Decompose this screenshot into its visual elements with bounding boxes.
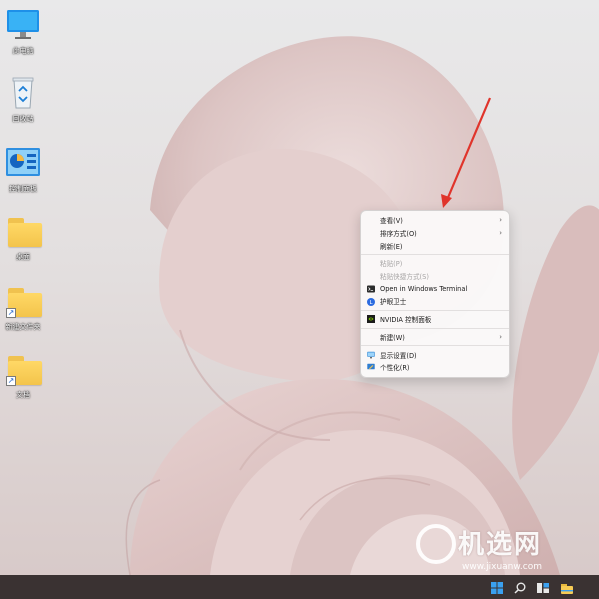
menu-item-label: 个性化(R)	[380, 364, 410, 373]
menu-item-label: 排序方式(O)	[380, 230, 417, 239]
task-view-icon[interactable]	[536, 580, 550, 594]
menu-item-open-terminal[interactable]: Open in Windows Terminal	[361, 282, 509, 295]
watermark-text: 机选网	[458, 530, 543, 560]
nvidia-icon	[367, 315, 375, 324]
chevron-right-icon: ›	[499, 216, 502, 224]
desktop-context-menu: 查看(V) › 排序方式(O) › 刷新(E) 粘贴(P) 粘贴快捷方式(S) …	[360, 210, 510, 378]
menu-item-personalize[interactable]: 个性化(R)	[361, 361, 509, 374]
menu-item-view[interactable]: 查看(V) ›	[361, 214, 509, 227]
menu-item-display-settings[interactable]: 显示设置(D)	[361, 348, 509, 361]
desktop-icon-label: 控制面板	[9, 185, 37, 193]
desktop-icon-documents[interactable]: ↗ 文档	[0, 352, 46, 400]
shortcut-arrow-icon: ↗	[6, 376, 16, 386]
monitor-icon	[4, 8, 42, 42]
windows-start-icon[interactable]	[490, 580, 504, 594]
menu-item-label: 粘贴快捷方式(S)	[380, 273, 429, 282]
menu-item-label: 刷新(E)	[380, 242, 403, 251]
menu-item-label: 查看(V)	[380, 217, 403, 226]
desktop-icon-this-pc[interactable]: 此电脑	[0, 8, 46, 56]
menu-item-label: 护眼卫士	[380, 298, 407, 307]
menu-separator	[361, 327, 509, 329]
watermark-url: www.jixuanw.com	[462, 562, 542, 572]
menu-separator	[361, 254, 509, 256]
menu-item-label: 显示设置(D)	[380, 351, 417, 360]
menu-separator	[361, 345, 509, 347]
menu-item-label: 新建(W)	[380, 333, 405, 342]
menu-item-new[interactable]: 新建(W) ›	[361, 331, 509, 344]
desktop-icon-label: 新建文件夹	[5, 323, 41, 331]
search-icon[interactable]	[513, 580, 527, 594]
menu-separator	[361, 309, 509, 311]
file-explorer-icon[interactable]	[560, 580, 574, 594]
menu-item-label: NVIDIA 控制面板	[380, 316, 432, 325]
desktop-icon-recycle-bin[interactable]: 回收站	[0, 76, 46, 124]
folder-icon	[4, 214, 42, 248]
desktop-icon-label: 此电脑	[12, 47, 34, 55]
control-panel-icon	[4, 146, 42, 180]
display-icon	[367, 351, 375, 359]
taskbar	[0, 575, 599, 599]
menu-item-nvidia-control-panel[interactable]: NVIDIA 控制面板	[361, 313, 509, 326]
desktop-icon-label: 回收站	[12, 115, 34, 123]
menu-item-label: Open in Windows Terminal	[380, 284, 468, 293]
menu-item-sort-by[interactable]: 排序方式(O) ›	[361, 227, 509, 240]
menu-item-paste-shortcut: 粘贴快捷方式(S)	[361, 270, 509, 283]
desktop-icon-control-panel[interactable]: 控制面板	[0, 146, 46, 194]
chevron-right-icon: ›	[499, 332, 502, 341]
menu-item-label: 粘贴(P)	[380, 260, 403, 269]
menu-item-paste: 粘贴(P)	[361, 257, 509, 270]
folder-shortcut-icon: ↗	[4, 352, 42, 386]
site-watermark: 机选网 www.jixuanw.com	[412, 520, 582, 582]
desktop-icon-label: 文档	[16, 391, 30, 399]
watermark-logo	[416, 524, 456, 564]
terminal-icon	[367, 285, 375, 293]
personalize-icon	[367, 363, 375, 371]
menu-item-refresh[interactable]: 刷新(E)	[361, 239, 509, 252]
recycle-bin-icon	[4, 76, 42, 110]
menu-item-eye-care[interactable]: L 护眼卫士	[361, 295, 509, 308]
desktop-icon-folder-desktop[interactable]: 桌面	[0, 214, 46, 262]
desktop-icon-new-folder[interactable]: ↗ 新建文件夹	[0, 284, 46, 332]
eye-care-icon: L	[367, 297, 375, 306]
shortcut-arrow-icon: ↗	[6, 308, 16, 318]
folder-shortcut-icon: ↗	[4, 284, 42, 318]
desktop-icon-label: 桌面	[16, 253, 30, 261]
chevron-right-icon: ›	[499, 228, 502, 237]
